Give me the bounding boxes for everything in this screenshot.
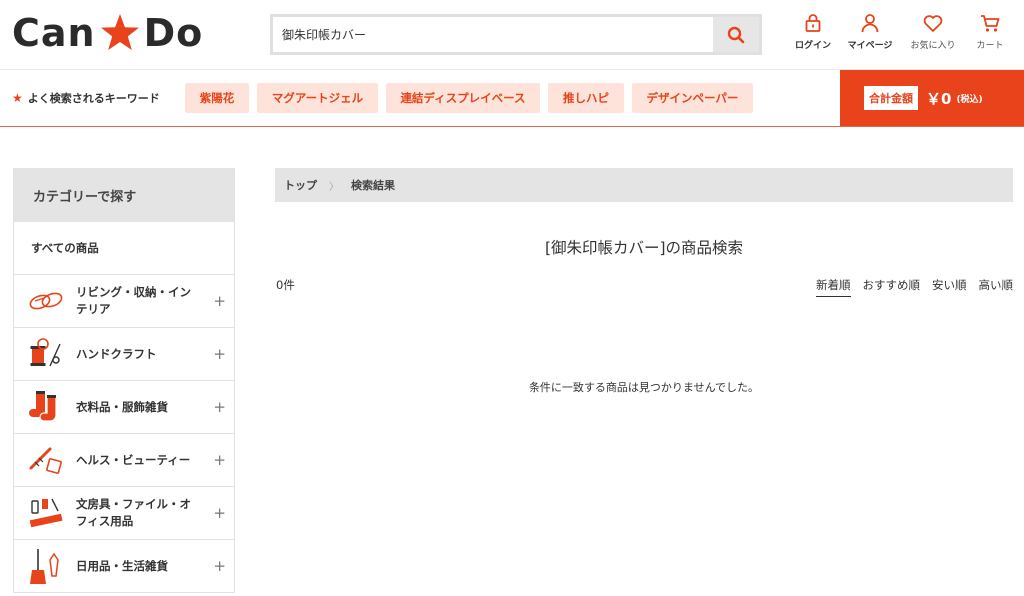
breadcrumb-home-link[interactable]: トップ: [284, 177, 317, 193]
sidebar-item-label: リビング・収納・インテリア: [76, 285, 191, 316]
user-icon: [861, 14, 879, 33]
sidebar-item-stationery[interactable]: 文房具・ファイル・オフィス用品 +: [14, 487, 234, 540]
total-label: 合計金額: [864, 86, 918, 110]
sidebar-item-label: ハンドクラフト: [76, 346, 157, 361]
total-amount: ￥0: [926, 89, 952, 108]
cart-link[interactable]: カート: [960, 12, 1020, 51]
sidebar-item-clothing[interactable]: 衣料品・服飾雑貨 +: [14, 381, 234, 434]
keyword-title-text: よく検索されるキーワード: [27, 92, 160, 105]
search-input[interactable]: [273, 17, 713, 52]
page-title: [御朱印帳カバー]の商品検索: [544, 239, 744, 257]
result-count: 0件: [276, 278, 295, 292]
keyword-title: ★ よく検索されるキーワード: [12, 90, 160, 106]
sidebar-item-living[interactable]: リビング・収納・インテリア +: [14, 275, 234, 328]
expand-icon[interactable]: +: [213, 398, 226, 416]
sort-options: 新着順 おすすめ順 安い順 高い順: [816, 277, 1013, 297]
login-link[interactable]: ログイン: [783, 12, 843, 51]
expand-icon[interactable]: +: [213, 345, 226, 363]
lock-icon: [805, 14, 821, 32]
expand-icon[interactable]: +: [213, 504, 226, 522]
stationery-icon: [29, 498, 63, 528]
cart-icon: [981, 15, 1000, 32]
cart-label: カート: [976, 41, 1004, 51]
sort-price-high[interactable]: 高い順: [979, 277, 1014, 297]
site-header: Can Do ログイン マイページ お気に入: [0, 0, 1024, 70]
site-logo[interactable]: Can Do: [12, 11, 203, 55]
living-icon: [29, 292, 63, 310]
keyword-bar: ★ よく検索されるキーワード 紫陽花 マグアートジェル 連結ディスプレイベース …: [0, 70, 1024, 127]
beauty-icon: [29, 447, 62, 474]
keyword-chip[interactable]: マグアートジェル: [257, 83, 378, 113]
sidebar-item-label: 文房具・ファイル・オフィス用品: [76, 497, 191, 528]
expand-icon[interactable]: +: [213, 451, 226, 469]
sort-price-low[interactable]: 安い順: [932, 277, 967, 297]
broom-icon: [30, 549, 59, 584]
sort-recommended[interactable]: おすすめ順: [863, 277, 921, 297]
mypage-link[interactable]: マイページ: [840, 12, 900, 51]
sidebar-item-label: 日用品・生活雑貨: [76, 558, 168, 573]
logo-text-can: Can: [12, 11, 96, 55]
socks-icon: [29, 391, 57, 422]
sidebar-heading: カテゴリーで探す: [14, 169, 234, 222]
mypage-label: マイページ: [847, 41, 893, 51]
keyword-chip[interactable]: 連結ディスプレイベース: [386, 83, 540, 113]
search-button[interactable]: [713, 17, 759, 52]
favorites-label: お気に入り: [910, 41, 956, 51]
search-icon: [727, 26, 745, 43]
sidebar-item-handcraft[interactable]: ハンドクラフト +: [14, 328, 234, 381]
sidebar-item-all[interactable]: すべての商品: [14, 222, 234, 275]
sidebar-item-beauty[interactable]: ヘルス・ビューティー +: [14, 434, 234, 487]
sidebar-item-label: 衣料品・服飾雑貨: [76, 399, 168, 414]
star-icon: ★: [12, 91, 23, 105]
sort-newest[interactable]: 新着順: [816, 277, 851, 297]
expand-icon[interactable]: +: [213, 292, 226, 310]
logo-star-icon: [100, 14, 139, 50]
sidebar-item-daily-goods[interactable]: 日用品・生活雑貨 +: [14, 540, 234, 593]
keyword-chip[interactable]: デザインペーパー: [632, 83, 753, 113]
handcraft-icon: [30, 338, 61, 367]
breadcrumb-separator-icon: 〉: [329, 181, 339, 193]
category-sidebar: カテゴリーで探す すべての商品 リビング・収納・インテリア + ハンドクラフト …: [13, 168, 235, 593]
keyword-chip[interactable]: 推しハピ: [548, 83, 624, 113]
heart-icon: [923, 15, 943, 32]
login-label: ログイン: [794, 41, 831, 51]
cart-total[interactable]: 合計金額 ￥0 (税込): [840, 70, 1024, 126]
breadcrumb: トップ 〉 検索結果: [275, 168, 1013, 202]
total-tax-note: (税込): [956, 94, 983, 105]
breadcrumb-current: 検索結果: [351, 179, 395, 192]
empty-results-message: 条件に一致する商品は見つかりませんでした。: [528, 381, 760, 394]
expand-icon[interactable]: +: [213, 557, 226, 575]
favorites-link[interactable]: お気に入り: [903, 12, 963, 51]
search-box: [270, 14, 762, 55]
sidebar-item-label: ヘルス・ビューティー: [76, 452, 191, 467]
keyword-chip[interactable]: 紫陽花: [185, 83, 249, 113]
logo-text-do: Do: [143, 11, 204, 55]
